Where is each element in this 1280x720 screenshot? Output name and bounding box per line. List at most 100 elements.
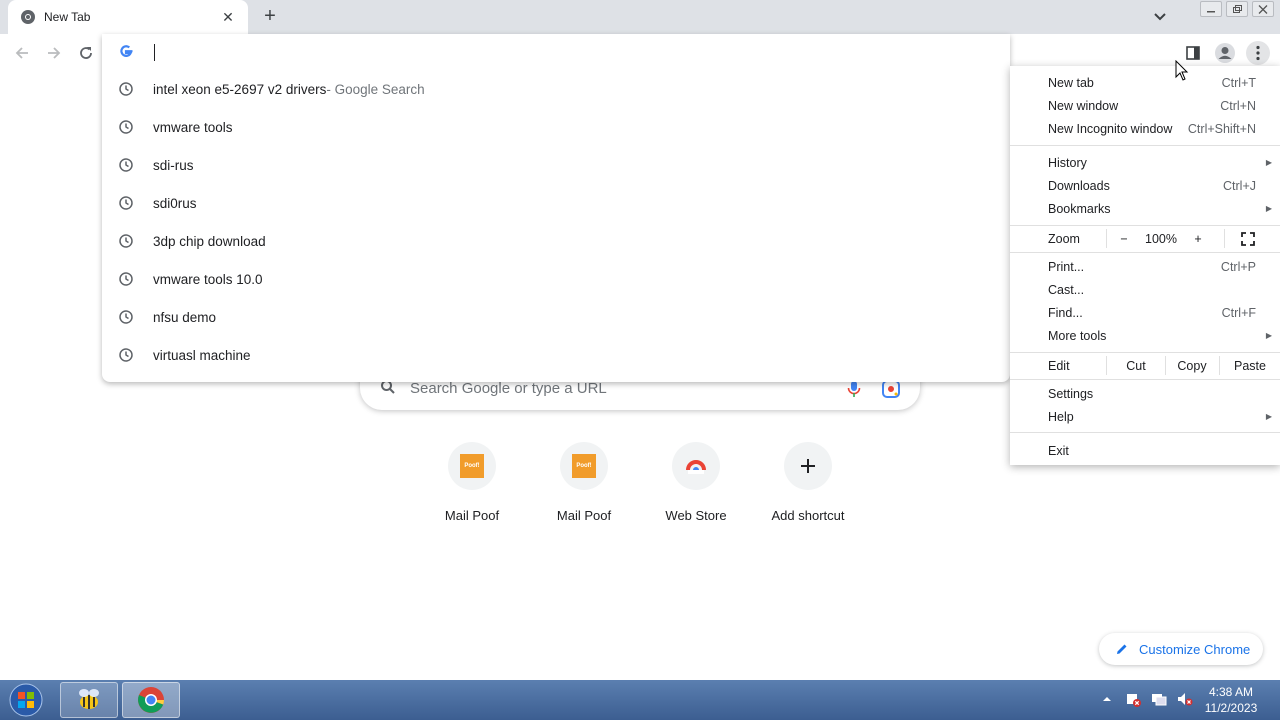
history-clock-icon <box>118 271 134 287</box>
pencil-icon <box>1115 642 1129 656</box>
show-hidden-icons-icon[interactable] <box>1098 690 1116 708</box>
add-shortcut-button[interactable]: Add shortcut <box>752 442 864 532</box>
tab-new-tab[interactable]: New Tab ✕ <box>8 0 248 34</box>
menu-divider <box>1010 379 1280 380</box>
text-caret <box>154 43 155 61</box>
web-store-icon <box>672 442 720 490</box>
customize-chrome-button[interactable]: Customize Chrome <box>1099 633 1263 665</box>
menu-item-cast[interactable]: Cast... <box>1010 278 1280 301</box>
zoom-in-button[interactable]: + <box>1186 226 1210 251</box>
history-clock-icon <box>118 347 134 363</box>
minimize-button[interactable] <box>1200 1 1222 17</box>
action-center-icon[interactable] <box>1124 690 1142 708</box>
system-tray <box>1098 690 1194 708</box>
cut-button[interactable]: Cut <box>1107 353 1165 378</box>
submenu-arrow-icon: ▶ <box>1265 204 1272 213</box>
suggestion-text: sdi0rus <box>153 195 197 211</box>
mouse-cursor-icon <box>1175 59 1189 85</box>
chrome-icon <box>20 9 36 25</box>
menu-item-settings[interactable]: Settings <box>1010 382 1280 405</box>
menu-item-print[interactable]: Print... Ctrl+P <box>1010 255 1280 278</box>
clock-time: 4:38 AM <box>1208 685 1254 699</box>
menu-item-help[interactable]: Help ▶ <box>1010 405 1280 428</box>
menu-divider <box>1010 432 1280 433</box>
shortcut-tile[interactable]: Poof! Mail Poof <box>528 442 640 532</box>
microphone-icon[interactable] <box>846 380 862 398</box>
ntp-search-placeholder: Search Google or type a URL <box>410 379 607 397</box>
menu-item-exit[interactable]: Exit <box>1010 439 1280 462</box>
suggestion-item[interactable]: vmware tools 10.0 <box>102 260 1010 298</box>
menu-item-more-tools[interactable]: More tools ▶ <box>1010 324 1280 347</box>
suggestion-item[interactable]: 3dp chip download <box>102 222 1010 260</box>
taskbar-app-chrome[interactable] <box>122 682 180 718</box>
paste-button[interactable]: Paste <box>1220 353 1280 378</box>
tab-strip: New Tab ✕ + <box>0 0 1280 34</box>
menu-item-history[interactable]: History ▶ <box>1010 151 1280 174</box>
menu-item-new-tab[interactable]: New tab Ctrl+T <box>1010 71 1280 94</box>
network-icon[interactable] <box>1150 690 1168 708</box>
submenu-arrow-icon: ▶ <box>1265 331 1272 340</box>
shortcut-label: Web Store <box>665 508 727 523</box>
clock-date: 11/2/2023 <box>1204 701 1258 715</box>
suggestion-text: intel xeon e5-2697 v2 drivers <box>153 81 327 97</box>
suggestion-text: nfsu demo <box>153 309 217 325</box>
submenu-arrow-icon: ▶ <box>1265 158 1272 167</box>
tab-search-icon[interactable] <box>1152 8 1168 24</box>
zoom-label: Zoom <box>1048 231 1080 246</box>
new-tab-button[interactable]: + <box>260 6 280 26</box>
omnibox-dropdown: intel xeon e5-2697 v2 drivers - Google S… <box>102 34 1010 382</box>
shortcut-label: Mail Poof <box>556 508 612 523</box>
forward-icon[interactable] <box>44 43 64 63</box>
fullscreen-icon[interactable] <box>1236 226 1260 251</box>
back-icon[interactable] <box>12 43 32 63</box>
suggestion-item[interactable]: vmware tools <box>102 108 1010 146</box>
start-button[interactable] <box>6 682 46 718</box>
menu-divider <box>1010 252 1280 253</box>
menu-item-bookmarks[interactable]: Bookmarks ▶ <box>1010 197 1280 220</box>
plus-icon <box>784 442 832 490</box>
profile-avatar[interactable] <box>1213 41 1237 65</box>
suggestion-item[interactable]: sdi0rus <box>102 184 1010 222</box>
menu-item-downloads[interactable]: Downloads Ctrl+J <box>1010 174 1280 197</box>
close-window-button[interactable] <box>1252 1 1274 17</box>
chrome-menu: New tab Ctrl+T New window Ctrl+N New Incog… <box>1010 66 1280 465</box>
copy-button[interactable]: Copy <box>1166 353 1218 378</box>
menu-item-new-window[interactable]: New window Ctrl+N <box>1010 94 1280 117</box>
history-clock-icon <box>118 81 134 97</box>
reload-icon[interactable] <box>76 43 96 63</box>
menu-zoom-row: Zoom − 100% + <box>1010 226 1280 251</box>
suggestion-item[interactable]: intel xeon e5-2697 v2 drivers - Google S… <box>102 70 1010 108</box>
shortcuts-grid: Poof! Mail Poof Poof! Mail Poof Web Stor… <box>416 442 864 532</box>
menu-item-find[interactable]: Find... Ctrl+F <box>1010 301 1280 324</box>
history-clock-icon <box>118 309 134 325</box>
suggestion-text: sdi-rus <box>153 157 194 173</box>
shortcut-tile[interactable]: Web Store <box>640 442 752 532</box>
suggestion-text: 3dp chip download <box>153 233 266 249</box>
menu-edit-row: Edit Cut Copy Paste <box>1010 353 1280 378</box>
history-clock-icon <box>118 157 134 173</box>
google-g-icon <box>118 43 134 62</box>
customize-chrome-label: Customize Chrome <box>1139 641 1251 657</box>
suggestion-item[interactable]: virtuasl machine <box>102 336 1010 374</box>
suggestion-item[interactable]: sdi-rus <box>102 146 1010 184</box>
suggestion-item[interactable]: nfsu demo <box>102 298 1010 336</box>
shortcut-tile[interactable]: Poof! Mail Poof <box>416 442 528 532</box>
zoom-level: 100% <box>1145 231 1177 246</box>
zoom-out-button[interactable]: − <box>1112 226 1136 251</box>
taskbar-app-bee[interactable] <box>60 682 118 718</box>
google-lens-icon[interactable] <box>882 380 900 398</box>
menu-item-new-incognito-window[interactable]: New Incognito window Ctrl+Shift+N <box>1010 117 1280 140</box>
history-clock-icon <box>118 233 134 249</box>
edit-label: Edit <box>1048 358 1070 373</box>
menu-divider <box>1010 145 1280 146</box>
tab-close-icon[interactable]: ✕ <box>220 9 236 25</box>
history-clock-icon <box>118 195 134 211</box>
poof-icon: Poof! <box>448 442 496 490</box>
menu-kebab-icon[interactable] <box>1246 41 1270 65</box>
omnibox-input[interactable] <box>102 34 1010 70</box>
volume-muted-icon[interactable] <box>1176 690 1194 708</box>
window-controls <box>1200 1 1274 17</box>
maximize-button[interactable] <box>1226 1 1248 17</box>
history-clock-icon <box>118 119 134 135</box>
taskbar-clock[interactable]: 4:38 AM 11/2/2023 <box>1196 684 1266 716</box>
